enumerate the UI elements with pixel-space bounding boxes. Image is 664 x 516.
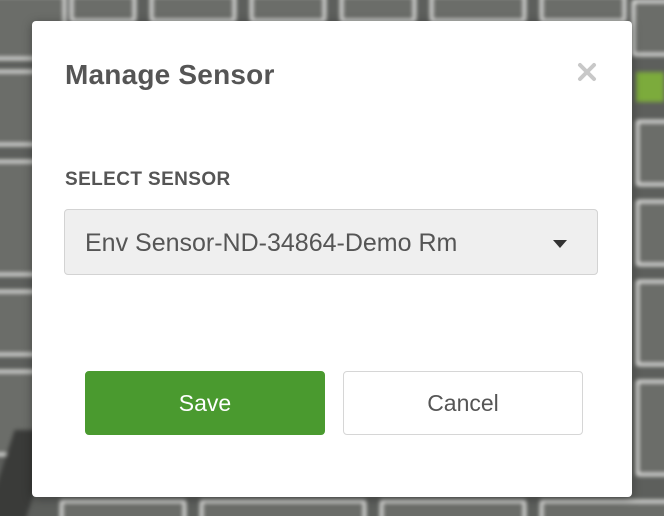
manage-sensor-modal: Manage Sensor SELECT SENSOR Env Sensor-N…	[32, 21, 632, 497]
save-button[interactable]: Save	[85, 371, 325, 435]
selected-sensor-value: Env Sensor-ND-34864-Demo Rm	[85, 229, 458, 257]
close-button[interactable]	[572, 57, 602, 87]
select-sensor-label: SELECT SENSOR	[65, 169, 231, 190]
sensor-select[interactable]: Env Sensor-ND-34864-Demo Rm	[64, 209, 598, 275]
cancel-button[interactable]: Cancel	[343, 371, 583, 435]
caret-down-icon	[553, 240, 567, 248]
modal-title: Manage Sensor	[65, 59, 275, 90]
close-icon	[578, 63, 596, 81]
